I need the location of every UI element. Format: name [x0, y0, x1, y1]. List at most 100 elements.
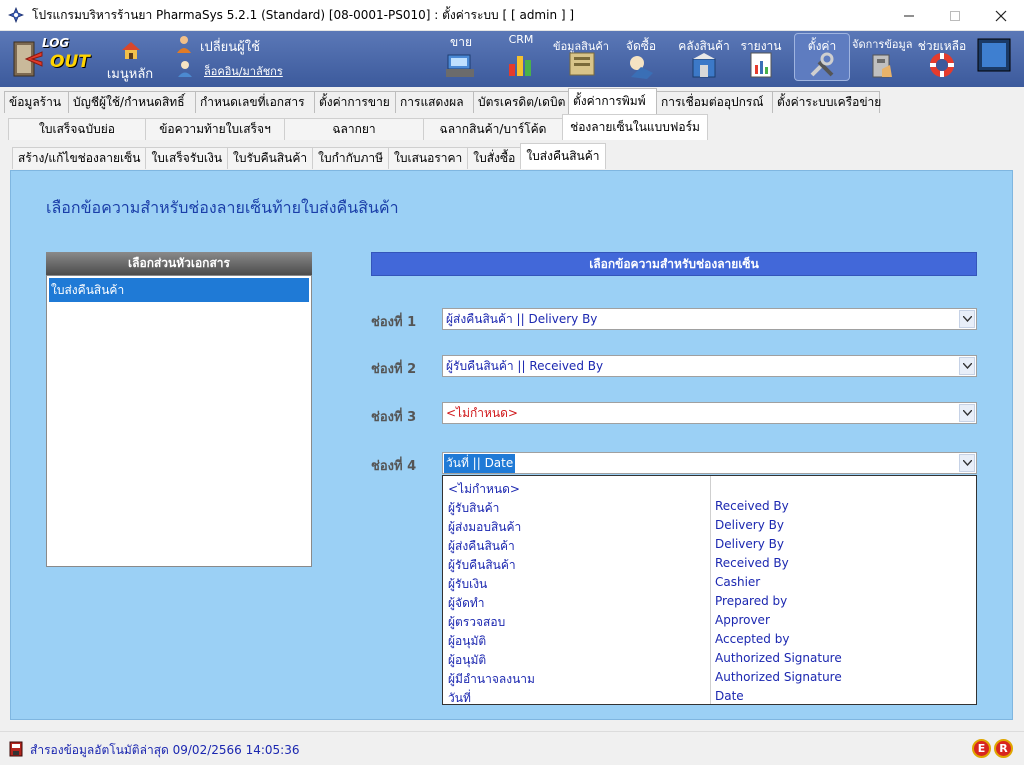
tab-user-accounts[interactable]: บัญชีผู้ใช้/กำหนดสิทธิ์ — [68, 91, 196, 113]
logout-out-text: OUT — [50, 52, 90, 72]
tab-barcode-label[interactable]: ฉลากสินค้า/บาร์โค้ด — [423, 118, 563, 140]
close-button[interactable] — [978, 0, 1024, 31]
slot-2-select[interactable]: ผู้รับคืนสินค้า || Received By — [442, 355, 977, 377]
dropdown-option[interactable]: ผู้รับเงิน Cashier — [443, 573, 976, 592]
e-badge[interactable]: E — [972, 739, 991, 758]
slot-4-select[interactable]: วันที่ || Date — [442, 452, 977, 474]
slot-2-value: ผู้รับคืนสินค้า || Received By — [446, 358, 604, 373]
dropdown-option[interactable]: ผู้มีอำนาจลงนาม Authorized Signature — [443, 668, 976, 687]
toolbar-report-button[interactable]: รายงาน — [740, 31, 782, 85]
tab-short-receipt[interactable]: ใบเสร็จฉบับย่อ — [8, 118, 146, 140]
tab-edit-signature[interactable]: สร้าง/แก้ไขช่องลายเซ็น — [12, 147, 147, 169]
tab-receipt[interactable]: ใบเสร็จรับเงิน — [145, 147, 229, 169]
product-data-icon — [569, 52, 595, 76]
page-title: เลือกข้อความสำหรับช่องลายเซ็นท้ายใบส่งคื… — [46, 198, 399, 217]
tab-goods-return[interactable]: ใบส่งคืนสินค้า — [520, 143, 606, 169]
chevron-down-icon[interactable] — [959, 454, 975, 472]
slot-1-value: ผู้ส่งคืนสินค้า || Delivery By — [446, 311, 598, 326]
tab-purchase-order[interactable]: ใบสั่งซื้อ — [467, 147, 522, 169]
maximize-button[interactable] — [932, 0, 978, 31]
logout-log-text: LOG — [42, 36, 70, 50]
app-icon — [8, 7, 24, 23]
settings-tools-icon — [810, 52, 834, 77]
status-bar: สำรองข้อมูลอัตโนมัติล่าสุด 09/02/2566 14… — [0, 731, 1024, 765]
slot-4-dropdown-list[interactable]: <ไม่กำหนด> ผู้รับสินค้า Received By ผู้ส่… — [442, 475, 977, 705]
slot-3-value: <ไม่กำหนด> — [446, 405, 518, 420]
home-icon — [122, 42, 140, 59]
tab-tax-invoice[interactable]: ใบกำกับภาษี — [312, 147, 390, 169]
tab-document-numbers[interactable]: กำหนดเลขที่เอกสาร — [195, 91, 315, 113]
home-label: เมนูหลัก — [106, 67, 154, 82]
toolbar-help-button[interactable]: ช่วยเหลือ — [914, 31, 970, 85]
tabs-level3: สร้าง/แก้ไขช่องลายเซ็น ใบเสร็จรับเงิน ใบ… — [12, 143, 606, 169]
toolbar-sales-button[interactable]: ขาย — [438, 31, 484, 85]
toolbar-data-manage-button[interactable]: จัดการข้อมูล — [852, 31, 912, 85]
tab-quotation[interactable]: ใบเสนอราคา — [388, 147, 469, 169]
dropdown-option[interactable]: ผู้รับสินค้า Received By — [443, 497, 976, 516]
warehouse-icon — [692, 53, 716, 78]
switch-user-button[interactable]: เปลี่ยนผู้ใช้ — [176, 35, 286, 55]
chevron-down-icon[interactable] — [959, 310, 975, 328]
logout-button[interactable]: LOG OUT — [10, 34, 90, 82]
user-badge-icon — [178, 61, 192, 77]
help-lifebuoy-icon — [930, 53, 954, 77]
home-button[interactable]: เมนูหลัก — [100, 35, 160, 83]
toolbar-settings-button[interactable]: ตั้งค่า — [794, 33, 850, 81]
dropdown-option[interactable]: ผู้ส่งคืนสินค้า Delivery By — [443, 535, 976, 554]
dropdown-option[interactable]: ผู้จัดทำ Prepared by — [443, 592, 976, 611]
slot-3-label: ช่องที่ 3 — [371, 410, 417, 425]
slot-2-label: ช่องที่ 2 — [371, 362, 417, 377]
tab-display[interactable]: การแสดงผล — [395, 91, 474, 113]
tabs-level2: ใบเสร็จฉบับย่อ ข้อความท้ายใบเสร็จฯ ฉลากย… — [8, 114, 708, 140]
slot-1-label: ช่องที่ 1 — [371, 315, 417, 330]
minimize-button[interactable] — [886, 0, 932, 31]
backup-icon — [9, 741, 23, 757]
toolbar-crm-button[interactable]: CRM — [498, 31, 544, 85]
slot-1-select[interactable]: ผู้ส่งคืนสินค้า || Delivery By — [442, 308, 977, 330]
slot-3-select[interactable]: <ไม่กำหนด> — [442, 402, 977, 424]
chevron-down-icon[interactable] — [959, 357, 975, 375]
list-item[interactable]: ใบส่งคืนสินค้า — [49, 278, 309, 302]
dropdown-option[interactable]: ผู้อนุมัติ Accepted by — [443, 630, 976, 649]
window-title: โปรแกรมบริหารร้านยา PharmaSys 5.2.1 (Sta… — [32, 7, 575, 22]
tab-credit-card[interactable]: บัตรเครดิต/เดบิต — [473, 91, 569, 113]
backup-status-text: สำรองข้อมูลอัตโนมัติล่าสุด 09/02/2566 14… — [30, 743, 300, 757]
document-list[interactable]: ใบส่งคืนสินค้า — [46, 275, 312, 567]
cashier-icon — [446, 54, 474, 77]
tab-sales-settings[interactable]: ตั้งค่าการขาย — [314, 91, 396, 113]
dropdown-option[interactable]: <ไม่กำหนด> — [443, 478, 976, 497]
dropdown-option[interactable]: ผู้ส่งมอบสินค้า Delivery By — [443, 516, 976, 535]
r-badge[interactable]: R — [994, 739, 1013, 758]
logout-door-icon — [13, 41, 43, 77]
toolbar-purchase-button[interactable]: จัดซื้อ — [618, 31, 664, 85]
title-bar: โปรแกรมบริหารร้านยา PharmaSys 5.2.1 (Sta… — [0, 0, 1024, 31]
user-name: ล็อคอิน/มาลัชกร — [204, 65, 283, 78]
tab-signature-fields[interactable]: ช่องลายเซ็นในแบบฟอร์ม — [562, 114, 708, 140]
dropdown-option[interactable]: วันที่ Date — [443, 687, 976, 706]
tab-receipt-footer[interactable]: ข้อความท้ายใบเสร็จฯ — [145, 118, 285, 140]
switch-user-label: เปลี่ยนผู้ใช้ — [200, 40, 260, 55]
tab-store-info[interactable]: ข้อมูลร้าน — [4, 91, 69, 113]
current-user[interactable]: ล็อคอิน/มาลัชกร — [176, 59, 296, 79]
tab-drug-label[interactable]: ฉลากยา — [284, 118, 424, 140]
main-toolbar: LOG OUT เมนูหลัก เปลี่ยนผู้ใช้ ล็อคอิน/ม… — [0, 31, 1024, 87]
tab-return-receipt[interactable]: ใบรับคืนสินค้า — [227, 147, 314, 169]
tabs-level1: ข้อมูลร้าน บัญชีผู้ใช้/กำหนดสิทธิ์ กำหนด… — [4, 87, 881, 114]
chevron-down-icon[interactable] — [959, 404, 975, 422]
window-frame-icon — [977, 38, 1011, 72]
report-icon — [750, 52, 772, 78]
tab-network-settings[interactable]: ตั้งค่าระบบเครือข่าย — [772, 91, 881, 113]
purchase-icon — [630, 56, 653, 79]
tab-device-connection[interactable]: การเชื่อมต่ออุปกรณ์ — [656, 91, 773, 113]
tab-print-settings[interactable]: ตั้งค่าการพิมพ์ — [568, 88, 657, 114]
dropdown-option[interactable]: ผู้ตรวจสอบ Approver — [443, 611, 976, 630]
toolbar-exit-window-button[interactable] — [976, 37, 1014, 77]
crm-chart-icon — [509, 56, 531, 76]
toolbar-warehouse-button[interactable]: คลังสินค้า — [676, 31, 732, 85]
signature-text-header: เลือกข้อความสำหรับช่องลายเซ็น — [371, 252, 977, 276]
dropdown-option[interactable]: ผู้อนุมัติ Authorized Signature — [443, 649, 976, 668]
slot-4-value: วันที่ || Date — [444, 453, 516, 473]
toolbar-product-button[interactable]: ข้อมูลสินค้า — [552, 31, 610, 85]
dropdown-option[interactable]: ผู้รับคืนสินค้า Received By — [443, 554, 976, 573]
user-icon — [177, 36, 191, 53]
